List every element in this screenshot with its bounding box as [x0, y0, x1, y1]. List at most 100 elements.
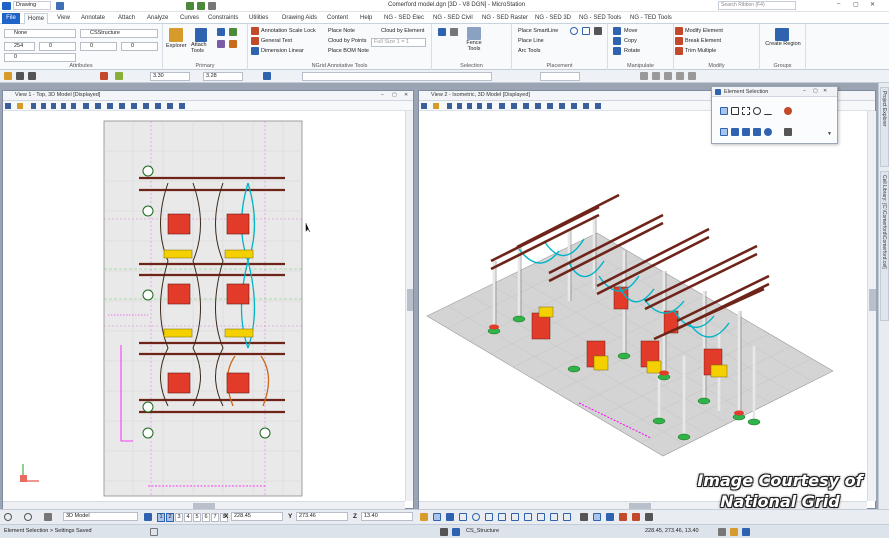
annotation-scale-lock-button[interactable]: Annotation Scale Lock	[261, 27, 316, 35]
arc-tools-button[interactable]: Arc Tools	[518, 47, 541, 55]
models-icon[interactable]	[229, 28, 237, 36]
snap-parallel-icon[interactable]	[537, 513, 545, 521]
polygon-icon[interactable]	[582, 27, 590, 35]
minimize-button[interactable]: –	[837, 1, 840, 7]
x-coordinate-field[interactable]: 228.45	[231, 512, 283, 521]
change-attributes-icon[interactable]	[28, 72, 36, 80]
element-selection-titlebar[interactable]: Element Selection – ▢ ✕	[712, 87, 837, 97]
weight-select-a[interactable]: 0	[39, 42, 76, 51]
view-1-close-button[interactable]: ✕	[404, 92, 408, 98]
mode-clear-icon[interactable]	[764, 128, 772, 136]
explorer-icon[interactable]	[169, 28, 183, 42]
fence-tools-icon[interactable]	[467, 27, 481, 40]
view-1-vscroll-thumb[interactable]	[407, 289, 413, 311]
explorer-button[interactable]: Explorer	[166, 42, 186, 50]
view-button-2[interactable]: 2	[166, 513, 174, 522]
general-text-button[interactable]: General Text	[261, 37, 292, 45]
view-2-isometric[interactable]: View 2 - Isometric, 3D Model [Displayed]	[418, 90, 876, 509]
accudraw-icon[interactable]	[420, 513, 428, 521]
view-1-top[interactable]: View 1 - Top, 3D Model [Displayed] – ▢ ✕	[2, 90, 414, 509]
tab-ng-sed-3d[interactable]: NG - SED 3D	[535, 13, 571, 24]
mode-invert-icon[interactable]	[753, 128, 761, 136]
search-ribbon-input[interactable]: Search Ribbon (F4)	[718, 1, 796, 10]
y-coordinate-field[interactable]: 273.46	[296, 512, 348, 521]
circle-icon[interactable]	[570, 27, 578, 35]
snap-through-point-icon[interactable]	[550, 513, 558, 521]
point-icon[interactable]	[594, 27, 602, 35]
tab-attach[interactable]: Attach	[118, 13, 135, 24]
status-warning-icon[interactable]	[730, 528, 738, 536]
view-2-vscroll-thumb[interactable]	[869, 289, 876, 311]
place-smartline-button[interactable]: Place SmartLine	[518, 27, 558, 35]
z-coordinate-field[interactable]: 13.40	[361, 512, 413, 521]
snap-midpoint-icon[interactable]	[459, 513, 467, 521]
save-icon[interactable]	[56, 2, 64, 10]
selection-circle-icon[interactable]	[753, 107, 761, 115]
display-style-icon-e[interactable]	[688, 72, 696, 80]
close-button[interactable]: ✕	[870, 1, 875, 8]
modify-element-button[interactable]: Modify Element	[685, 27, 723, 35]
tab-drawing-aids[interactable]: Drawing Aids	[282, 13, 317, 24]
match-attributes-icon[interactable]	[16, 72, 24, 80]
tab-curves[interactable]: Curves	[180, 13, 199, 24]
tab-utilities[interactable]: Utilities	[249, 13, 268, 24]
element-selection-minimize-button[interactable]: –	[803, 88, 806, 94]
clear-selection-icon[interactable]	[784, 107, 792, 115]
create-region-button[interactable]: Create Region	[764, 41, 802, 47]
copy-button[interactable]: Copy	[624, 37, 637, 45]
view-button-6[interactable]: 6	[202, 513, 210, 522]
weight-select-b[interactable]: 0	[80, 42, 117, 51]
view-button-4[interactable]: 4	[184, 513, 192, 522]
level-display-icon[interactable]	[606, 513, 614, 521]
view-1-minimize-button[interactable]: –	[381, 92, 384, 98]
selection-block-icon[interactable]	[731, 107, 739, 115]
attach-tools-button[interactable]: Attach Tools	[191, 42, 213, 54]
tab-ng-sed-elec[interactable]: NG - SED Elec	[384, 13, 424, 24]
select-all-icon[interactable]	[450, 28, 458, 36]
tab-file[interactable]: File	[2, 13, 20, 24]
snap-center-icon[interactable]	[472, 513, 480, 521]
view-windows-icon[interactable]	[144, 513, 152, 521]
font-field[interactable]	[302, 72, 492, 81]
view-1-horizontal-scrollbar[interactable]	[3, 501, 405, 509]
snap-perpendicular-icon[interactable]	[524, 513, 532, 521]
dimension-linear-button[interactable]: Dimension Linear	[261, 47, 304, 55]
view-button-7[interactable]: 7	[211, 513, 219, 522]
tab-view[interactable]: View	[57, 13, 70, 24]
justification-field[interactable]	[540, 72, 580, 81]
maximize-button[interactable]: ▢	[853, 1, 859, 8]
level-manager-icon[interactable]	[217, 28, 225, 36]
create-region-icon[interactable]	[775, 28, 789, 41]
element-colors-icon[interactable]	[619, 513, 627, 521]
text-style-icon[interactable]	[632, 513, 640, 521]
redo-icon[interactable]	[197, 2, 205, 10]
snap-tangent-icon[interactable]	[511, 513, 519, 521]
tab-annotate[interactable]: Annotate	[81, 13, 105, 24]
element-selection-maximize-button[interactable]: ▢	[813, 88, 818, 94]
snap-intersection-icon[interactable]	[498, 513, 506, 521]
weight-select-c[interactable]: 0	[121, 42, 158, 51]
display-style-icon-b[interactable]	[652, 72, 660, 80]
status-info-icon[interactable]	[150, 528, 158, 536]
view-1-maximize-button[interactable]: ▢	[392, 92, 397, 98]
locks-icon[interactable]	[580, 513, 588, 521]
tab-ng-ted-tools[interactable]: NG - TED Tools	[630, 13, 672, 24]
text-width-field[interactable]: 3.28	[203, 72, 243, 81]
tab-ng-sed-raster[interactable]: NG - SED Raster	[482, 13, 528, 24]
grid-lock-icon[interactable]	[593, 513, 601, 521]
break-element-button[interactable]: Break Element	[685, 37, 721, 45]
tab-home[interactable]: Home	[24, 13, 48, 24]
style-select[interactable]: CSStructure	[80, 29, 158, 38]
project-explorer-tab[interactable]: Project Explorer	[880, 87, 889, 167]
select-element-icon[interactable]	[438, 28, 446, 36]
place-line-button[interactable]: Place Line	[518, 37, 544, 45]
snap-origin-icon[interactable]	[485, 513, 493, 521]
line-weight-icon[interactable]	[645, 513, 653, 521]
level-icon[interactable]	[452, 528, 460, 536]
bold-icon[interactable]	[263, 72, 271, 80]
view-1-vertical-scrollbar[interactable]	[405, 111, 413, 501]
view-2-vertical-scrollbar[interactable]	[867, 111, 876, 501]
selection-shape-icon[interactable]	[742, 107, 750, 115]
tab-ng-sed-tools[interactable]: NG - SED Tools	[579, 13, 621, 24]
view-nav-icon-b[interactable]	[24, 513, 32, 521]
